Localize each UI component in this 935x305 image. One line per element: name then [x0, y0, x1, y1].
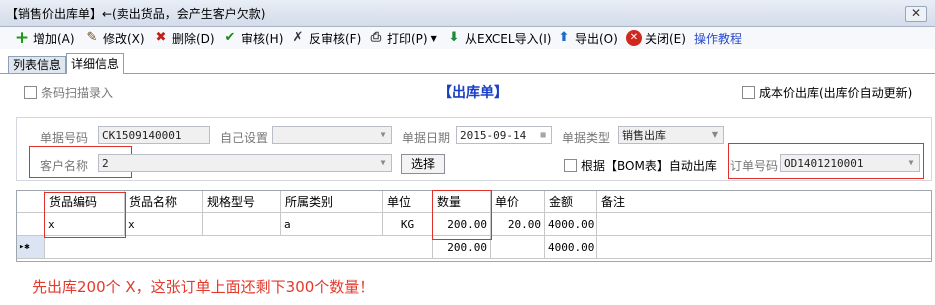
delete-x-icon: ✖ [155, 30, 167, 45]
calendar-icon[interactable]: ▦ [535, 127, 551, 143]
chevron-down-icon: ▼ [430, 33, 437, 43]
barcode-scan-option[interactable]: 条码扫描录入 [24, 84, 113, 101]
doc-date-value: 2015-09-14 [460, 129, 527, 142]
doc-type-label: 单据类型 [562, 131, 611, 145]
doc-date-field[interactable]: 2015-09-14 ▦ [456, 126, 552, 144]
unaudit-button[interactable]: ✗ 反审核(F) [290, 30, 362, 46]
annotation-note: 先出库200个 X，这张订单上面还剩下300个数量！ [32, 278, 375, 296]
toolbar: + 增加(A) ✎ 修改(X) ✖ 删除(D) ✔ 审核(H) ✗ 反审核(F)… [0, 27, 935, 49]
arrow-down-icon: ⬇ [448, 30, 460, 45]
close-icon: ✕ [910, 6, 922, 20]
chevron-down-icon: ▼ [380, 130, 386, 139]
print-button[interactable]: ⎙ 打印(P) ▼ [368, 30, 437, 46]
close-circle-icon: ✕ [626, 30, 642, 46]
doc-no-label: 单据号码 [40, 131, 89, 145]
customer-value: 2 [102, 157, 109, 170]
order-no-value: OD1401210001 [784, 157, 864, 170]
export-label: 导出(O) [575, 31, 618, 46]
audit-button[interactable]: ✔ 审核(H) [222, 30, 284, 46]
export-button[interactable]: ⬆ 导出(O) [556, 30, 618, 46]
window-close-button[interactable]: ✕ [905, 6, 927, 22]
edit-button[interactable]: ✎ 修改(X) [84, 30, 145, 46]
cost-outbound-checkbox[interactable] [742, 86, 755, 99]
audit-label: 审核(H) [241, 31, 284, 46]
cell-remark[interactable] [597, 213, 931, 236]
order-no-label: 订单号码 [730, 159, 779, 173]
add-button[interactable]: + 增加(A) [14, 28, 75, 48]
bom-auto-label: 根据【BOM表】自动出库 [581, 159, 717, 173]
delete-label: 删除(D) [172, 31, 215, 46]
tab-strip: 列表信息 详细信息 [0, 51, 935, 74]
cell-spec[interactable] [203, 213, 281, 236]
customer-label: 客户名称 [40, 159, 89, 173]
unaudit-label: 反审核(F) [309, 31, 362, 46]
barcode-scan-checkbox[interactable] [24, 86, 37, 99]
bom-auto-checkbox[interactable] [564, 159, 577, 172]
col-header-price[interactable]: 单价 [491, 191, 545, 213]
new-row-price[interactable] [491, 236, 545, 259]
edit-label: 修改(X) [103, 31, 145, 46]
checkmark-icon: ✔ [224, 30, 236, 45]
close-button[interactable]: ✕ 关闭(E) [626, 30, 686, 46]
window-title: 【销售价出库单】←(卖出货品，会产生客户欠款) [6, 7, 266, 21]
plus-icon: + [14, 28, 30, 48]
col-header-category[interactable]: 所属类别 [281, 191, 383, 213]
doc-type-value: 销售出库 [622, 129, 666, 142]
tutorial-link[interactable]: 操作教程 [694, 30, 742, 46]
row-header-corner [17, 191, 45, 213]
chevron-down-icon: ▼ [711, 130, 719, 139]
customer-select[interactable]: 2 ▼ [98, 154, 392, 172]
cell-unit[interactable]: KG [383, 213, 433, 236]
chevron-down-icon: ▼ [380, 158, 386, 167]
new-row-blank[interactable] [45, 236, 433, 259]
order-no-select[interactable]: OD1401210001 ▼ [780, 154, 920, 172]
col-header-unit[interactable]: 单位 [383, 191, 433, 213]
tab-detail-info[interactable]: 详细信息 [66, 53, 125, 74]
new-row-remark[interactable] [597, 236, 931, 259]
bom-auto-option[interactable]: 根据【BOM表】自动出库 [564, 157, 717, 174]
close-label: 关闭(E) [645, 31, 686, 46]
tab-list-info[interactable]: 列表信息 [8, 56, 67, 73]
cell-price[interactable]: 20.00 [491, 213, 545, 236]
cell-amount[interactable]: 4000.00 [545, 213, 597, 236]
qty-highlight-box [432, 190, 492, 240]
export-arrow-icon: ⬆ [558, 30, 570, 45]
col-header-spec[interactable]: 规格型号 [203, 191, 281, 213]
select-customer-button[interactable]: 选择 [401, 154, 445, 174]
new-row-marker[interactable]: ▸✱ [17, 236, 45, 259]
col-header-amount[interactable]: 金额 [545, 191, 597, 213]
code-highlight-box [44, 192, 126, 238]
doc-no-field[interactable]: CK1509140001 [98, 126, 210, 144]
delete-button[interactable]: ✖ 删除(D) [153, 30, 215, 46]
barcode-scan-label: 条码扫描录入 [41, 86, 114, 100]
unaudit-icon: ✗ [292, 30, 304, 45]
custom-setting-select[interactable]: ▼ [272, 126, 392, 144]
cell-category[interactable]: a [281, 213, 383, 236]
new-row-amount[interactable]: 4000.00 [545, 236, 597, 259]
print-label: 打印(P) [387, 31, 428, 46]
col-header-remark[interactable]: 备注 [597, 191, 931, 213]
title-bar: 【销售价出库单】←(卖出货品，会产生客户欠款) ✕ [0, 0, 935, 27]
custom-setting-label: 自己设置 [220, 131, 269, 145]
chevron-down-icon: ▼ [908, 158, 914, 167]
import-excel-label: 从EXCEL导入(I) [465, 31, 552, 46]
doc-type-select[interactable]: 销售出库 ▼ [618, 126, 724, 144]
add-label: 增加(A) [33, 31, 75, 46]
col-header-name[interactable]: 货品名称 [125, 191, 203, 213]
doc-date-label: 单据日期 [402, 131, 451, 145]
cost-outbound-option[interactable]: 成本价出库(出库价自动更新) [742, 84, 912, 101]
edit-icon: ✎ [86, 30, 98, 45]
printer-icon: ⎙ [370, 30, 382, 45]
row-header[interactable] [17, 213, 45, 236]
form-heading: 【出库单】 [438, 85, 508, 101]
cell-name[interactable]: x [125, 213, 203, 236]
import-excel-button[interactable]: ⬇ 从EXCEL导入(I) [446, 30, 552, 46]
cost-outbound-label: 成本价出库(出库价自动更新) [759, 86, 913, 100]
